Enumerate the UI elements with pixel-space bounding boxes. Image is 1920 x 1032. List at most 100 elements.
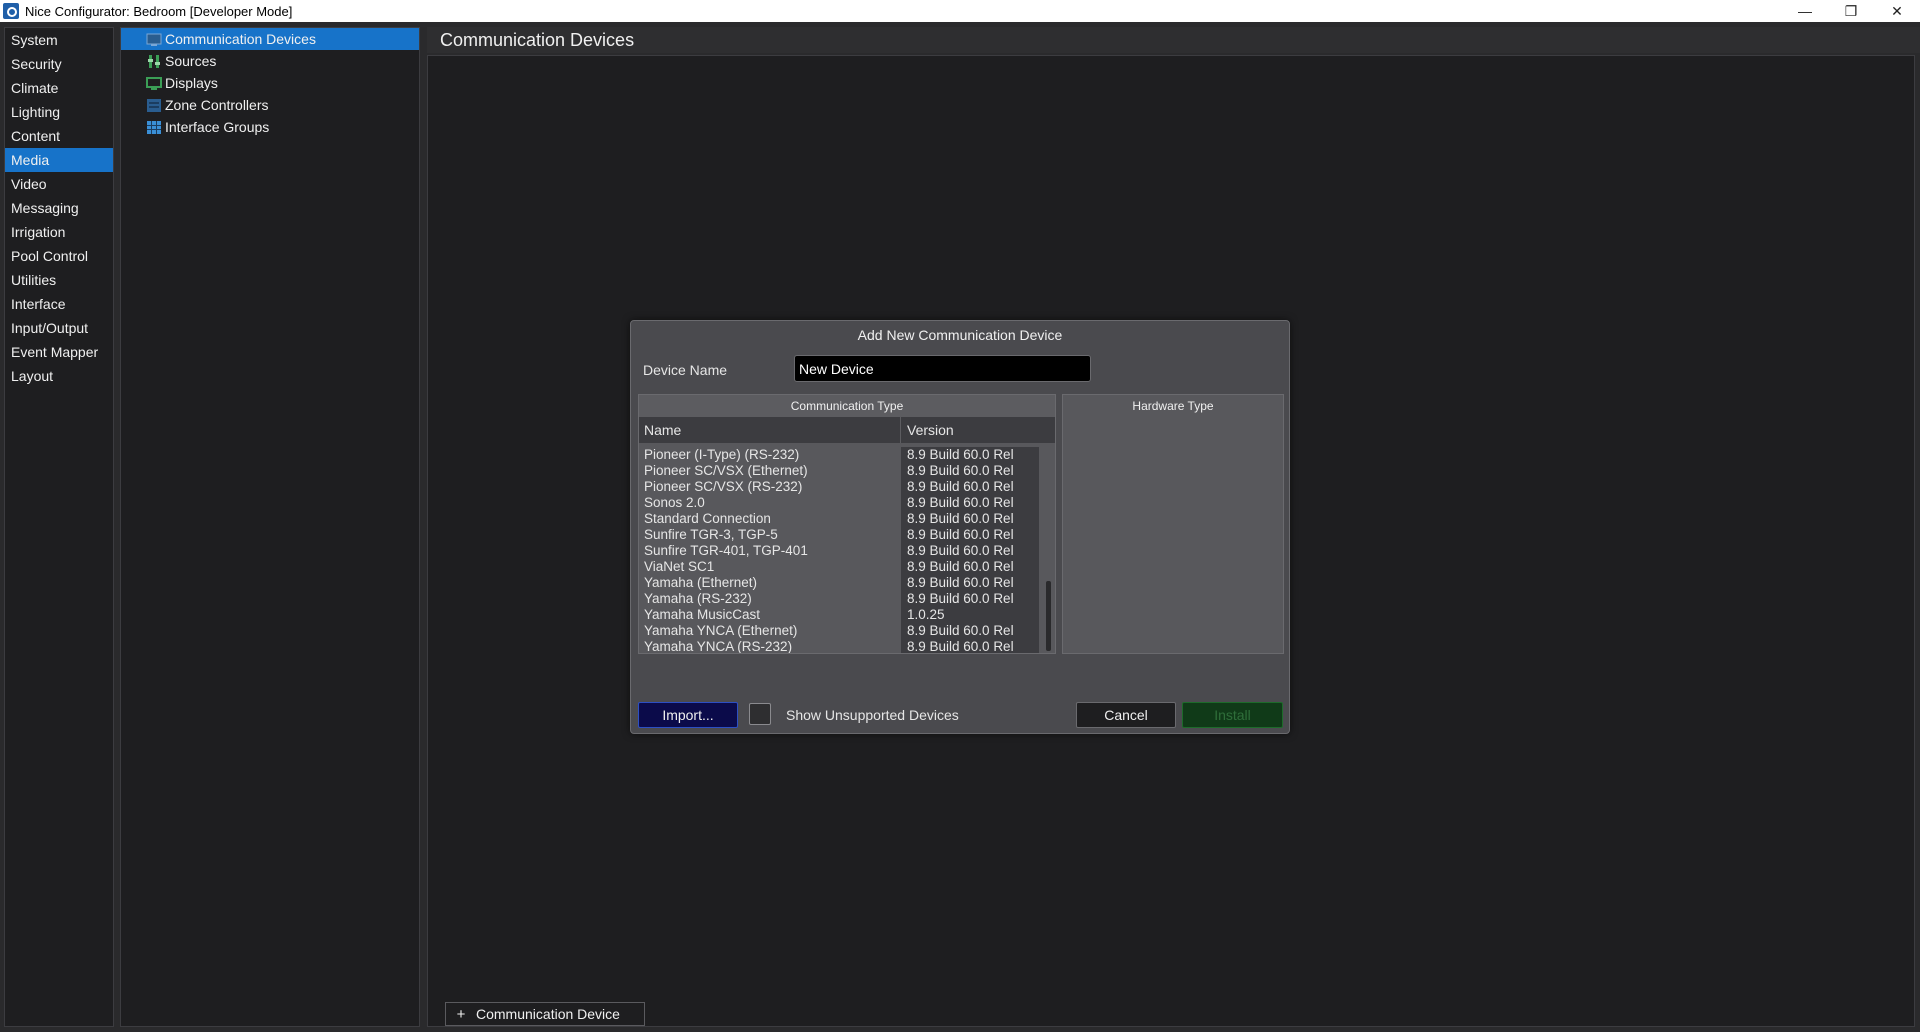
nav-item-pool-control[interactable]: Pool Control <box>5 244 113 268</box>
plus-icon: + <box>456 1005 466 1023</box>
device-name-cell: Sonos 2.0 <box>644 495 705 510</box>
show-unsupported-label: Show Unsupported Devices <box>786 707 959 723</box>
list-item[interactable]: Yamaha YNCA (RS-232) 8.9 Build 60.0 Rel <box>639 639 1039 653</box>
device-name-cell: ViaNet SC1 <box>644 559 715 574</box>
device-name-cell: Yamaha YNCA (Ethernet) <box>644 623 798 638</box>
device-name-cell: Standard Connection <box>644 511 771 526</box>
dialog-title: Add New Communication Device <box>857 327 1063 343</box>
nav-item-event-mapper[interactable]: Event Mapper <box>5 340 113 364</box>
zone-controller-icon <box>146 98 162 113</box>
hardware-type-title: Hardware Type <box>1132 399 1214 413</box>
communication-type-title: Communication Type <box>639 395 1055 417</box>
device-name-cell: Pioneer (I-Type) (RS-232) <box>644 447 800 462</box>
list-item[interactable]: Pioneer SC/VSX (Ethernet) 8.9 Build 60.0 … <box>639 463 1039 479</box>
nav-item-security[interactable]: Security <box>5 52 113 76</box>
communication-device-icon <box>146 32 162 47</box>
tree-item-sources[interactable]: Sources <box>121 50 419 72</box>
list-item[interactable]: Yamaha YNCA (Ethernet) 8.9 Build 60.0 Rel <box>639 623 1039 639</box>
app-icon <box>3 3 19 19</box>
list-item[interactable]: Pioneer SC/VSX (RS-232) 8.9 Build 60.0 Re… <box>639 479 1039 495</box>
tree-item-label: Zone Controllers <box>165 97 269 113</box>
device-name-input[interactable] <box>794 355 1091 382</box>
device-name-cell: Sunfire TGR-401, TGP-401 <box>644 543 808 558</box>
device-list-header: Name Version <box>639 417 1055 443</box>
device-version-cell: 8.9 Build 60.0 Rel <box>901 623 1039 639</box>
device-name-cell: Sunfire TGR-3, TGP-5 <box>644 527 778 542</box>
device-name-label: Device Name <box>643 362 728 378</box>
communication-type-panel: Communication Type Name Version Pioneer … <box>638 394 1056 654</box>
sources-icon <box>146 54 162 69</box>
media-tree: Communication Devices Sources Displays Z… <box>120 27 420 1027</box>
scrollbar-thumb[interactable] <box>1046 581 1051 651</box>
list-item[interactable]: Sonos 2.0 8.9 Build 60.0 Rel <box>639 495 1039 511</box>
list-item[interactable]: Standard Connection 8.9 Build 60.0 Rel <box>639 511 1039 527</box>
column-header-name[interactable]: Name <box>639 417 901 443</box>
device-version-cell: 8.9 Build 60.0 Rel <box>901 495 1039 511</box>
device-version-cell: 8.9 Build 60.0 Rel <box>901 463 1039 479</box>
device-name-cell: Yamaha MusicCast <box>644 607 761 622</box>
device-version-cell: 8.9 Build 60.0 Rel <box>901 591 1039 607</box>
nav-item-system[interactable]: System <box>5 28 113 52</box>
list-item[interactable]: Yamaha MusicCast 1.0.25 <box>639 607 1039 623</box>
device-version-cell: 8.9 Build 60.0 Rel <box>901 559 1039 575</box>
minimize-button[interactable]: — <box>1782 0 1828 22</box>
nav-item-utilities[interactable]: Utilities <box>5 268 113 292</box>
device-name-cell: Pioneer SC/VSX (Ethernet) <box>644 463 808 478</box>
add-button-label: Communication Device <box>476 1006 620 1022</box>
tree-item-zone-controllers[interactable]: Zone Controllers <box>121 94 419 116</box>
nav-item-input-output[interactable]: Input/Output <box>5 316 113 340</box>
category-nav: System Security Climate Lighting Content… <box>4 27 114 1027</box>
device-version-cell: 8.9 Build 60.0 Rel <box>901 527 1039 543</box>
cancel-button[interactable]: Cancel <box>1076 702 1176 728</box>
tree-item-label: Sources <box>165 53 217 69</box>
tree-item-communication-devices[interactable]: Communication Devices <box>121 28 419 50</box>
nav-item-interface[interactable]: Interface <box>5 292 113 316</box>
restore-button[interactable]: ❐ <box>1828 0 1874 22</box>
nav-item-irrigation[interactable]: Irrigation <box>5 220 113 244</box>
show-unsupported-checkbox[interactable] <box>749 703 771 725</box>
close-button[interactable]: ✕ <box>1874 0 1920 22</box>
device-name-cell: Yamaha YNCA (RS-232) <box>644 639 793 653</box>
list-item[interactable]: Yamaha (Ethernet) 8.9 Build 60.0 Rel <box>639 575 1039 591</box>
nav-item-layout[interactable]: Layout <box>5 364 113 388</box>
window-title: Nice Configurator: Bedroom [Developer Mo… <box>25 3 293 19</box>
tree-item-label: Communication Devices <box>165 31 316 47</box>
hardware-type-panel: Hardware Type <box>1062 394 1284 654</box>
list-item[interactable]: ViaNet SC1 8.9 Build 60.0 Rel <box>639 559 1039 575</box>
column-header-version[interactable]: Version <box>901 417 954 443</box>
display-icon <box>146 76 162 91</box>
nav-item-lighting[interactable]: Lighting <box>5 100 113 124</box>
nav-item-media[interactable]: Media <box>5 148 113 172</box>
install-button[interactable]: Install <box>1182 702 1283 728</box>
device-name-cell: Yamaha (RS-232) <box>644 591 752 606</box>
tree-item-displays[interactable]: Displays <box>121 72 419 94</box>
device-version-cell: 8.9 Build 60.0 Rel <box>901 575 1039 591</box>
title-bar: Nice Configurator: Bedroom [Developer Mo… <box>0 0 1920 22</box>
device-list: Pioneer (I-Type) (RS-232) 8.9 Build 60.0 … <box>639 447 1039 653</box>
device-version-cell: 8.9 Build 60.0 Rel <box>901 543 1039 559</box>
list-item[interactable]: Sunfire TGR-401, TGP-401 8.9 Build 60.0 R… <box>639 543 1039 559</box>
add-device-dialog: Add New Communication Device Device Name… <box>630 320 1290 734</box>
nav-item-climate[interactable]: Climate <box>5 76 113 100</box>
list-item[interactable]: Pioneer (I-Type) (RS-232) 8.9 Build 60.0 … <box>639 447 1039 463</box>
page-title: Communication Devices <box>427 27 1920 53</box>
tree-item-label: Displays <box>165 75 218 91</box>
list-item[interactable]: Sunfire TGR-3, TGP-5 8.9 Build 60.0 Rel <box>639 527 1039 543</box>
tree-item-label: Interface Groups <box>165 119 270 135</box>
interface-groups-icon <box>146 120 162 135</box>
import-button[interactable]: Import... <box>638 702 738 728</box>
tree-item-interface-groups[interactable]: Interface Groups <box>121 116 419 138</box>
nav-item-messaging[interactable]: Messaging <box>5 196 113 220</box>
nav-item-video[interactable]: Video <box>5 172 113 196</box>
device-name-cell: Pioneer SC/VSX (RS-232) <box>644 479 803 494</box>
add-communication-device-button[interactable]: + Communication Device <box>445 1002 645 1026</box>
device-version-cell: 8.9 Build 60.0 Rel <box>901 447 1039 463</box>
device-name-cell: Yamaha (Ethernet) <box>644 575 758 590</box>
device-version-cell: 8.9 Build 60.0 Rel <box>901 479 1039 495</box>
device-list-scrollbar[interactable] <box>1043 447 1053 653</box>
device-version-cell: 1.0.25 <box>901 607 1039 623</box>
device-version-cell: 8.9 Build 60.0 Rel <box>901 639 1039 653</box>
list-item[interactable]: Yamaha (RS-232) 8.9 Build 60.0 Rel <box>639 591 1039 607</box>
nav-item-content[interactable]: Content <box>5 124 113 148</box>
device-version-cell: 8.9 Build 60.0 Rel <box>901 511 1039 527</box>
